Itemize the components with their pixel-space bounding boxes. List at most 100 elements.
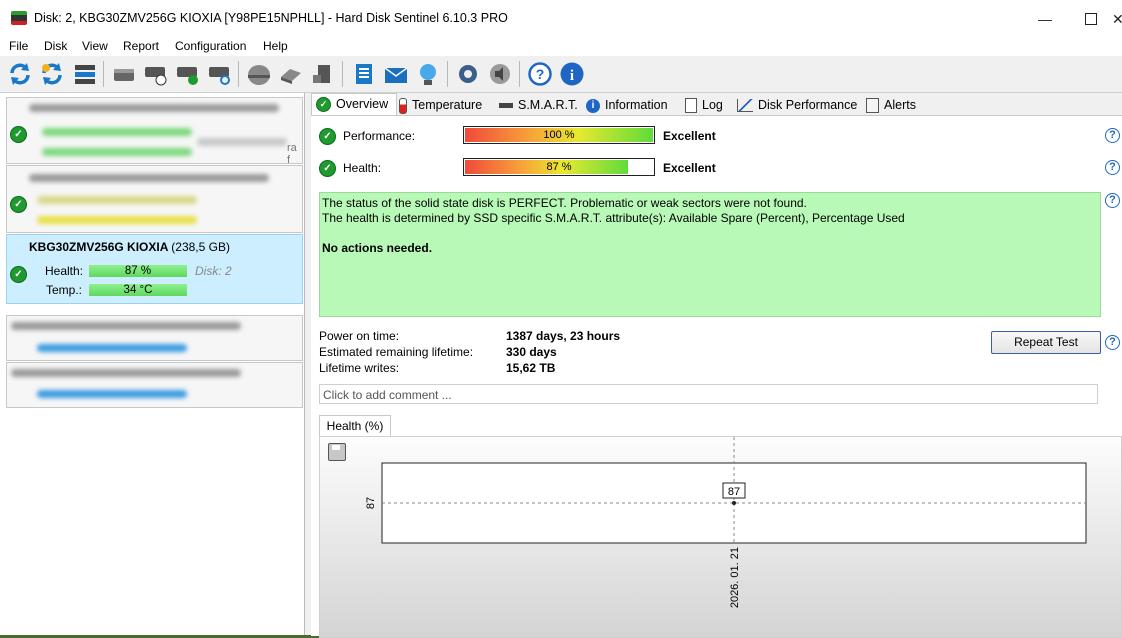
data-point [732,501,736,505]
performance-rating: Excellent [663,129,716,143]
y-tick-label: 87 [365,497,377,509]
lifetime-value: 330 days [506,345,557,359]
close-button[interactable]: ✕ [1112,0,1122,38]
tab-temperature[interactable]: Temperature [399,95,482,115]
window-title: Disk: 2, KBG30ZMV256G KIOXIA [Y98PE15NPH… [34,11,508,25]
disk-timer-icon[interactable] [143,61,169,87]
gear-icon[interactable] [455,61,481,87]
disk-item-1[interactable]: ✓ ra f [6,97,303,164]
disk-item-2[interactable]: ✓ [6,165,303,233]
drive-dome-icon[interactable] [246,61,272,87]
help-icon[interactable]: ? [1105,128,1120,143]
toolbar-separator [103,61,104,87]
toolbar-separator [519,61,520,87]
menu-disk[interactable]: Disk [44,39,67,53]
check-icon: ✓ [316,97,331,113]
tab-label: Alerts [884,98,916,112]
menu-file[interactable]: File [9,39,28,53]
app-icon [11,11,27,25]
info-icon[interactable]: i [559,61,585,87]
tab-information[interactable]: i Information [586,95,668,115]
tab-label: Information [605,98,668,112]
menu-report[interactable]: Report [123,39,159,53]
x-tick-label: 2026. 01. 21 [729,547,741,608]
blurred-health-bar [37,390,187,398]
maximize-icon [1085,13,1097,25]
blurred-disk-name [11,322,241,330]
external-drive-icon[interactable] [310,61,336,87]
disk-list-icon[interactable] [72,61,98,87]
blurred-temp-bar [37,216,197,224]
tab-log[interactable]: Log [685,95,723,115]
blurred-health-bar [42,128,192,136]
health-chart-area: 87 87 2026. 01. 21 [319,436,1122,638]
tab-overview[interactable]: ✓ Overview [311,93,397,116]
performance-ok-icon: ✓ [319,128,336,145]
health-label: Health: [45,264,84,278]
blurred-disk-name [11,369,241,377]
tab-label: Temperature [412,98,483,112]
disk-number-label: Disk: 2 [195,264,232,278]
lifetime-label: Estimated remaining lifetime: [319,345,474,359]
network-icon[interactable] [415,61,441,87]
performance-bar: 100 % [463,126,655,144]
help-icon[interactable]: ? [527,61,553,87]
disk-check-icon[interactable] [175,61,201,87]
help-icon[interactable]: ? [1105,193,1120,208]
disk-name: KBG30ZMV256G KIOXIA (238,5 GB) [29,240,230,254]
health-rating: Excellent [663,161,716,175]
temp-mini-bar: 34 °C [89,284,187,296]
blurred-health-bar [37,344,187,352]
overview-panel: ✓ Performance: 100 % Excellent ? ✓ Healt… [311,115,1122,638]
title-bar: Disk: 2, KBG30ZMV256G KIOXIA [Y98PE15NPH… [0,0,1122,38]
menu-configuration[interactable]: Configuration [175,39,246,53]
menu-view[interactable]: View [82,39,108,53]
blurred-disk-name [29,174,269,182]
health-bar: 87 % [463,158,655,176]
toolbar: ? i [0,56,1122,93]
menu-help[interactable]: Help [263,39,288,53]
maximize-button[interactable] [1068,0,1114,38]
svg-text:i: i [570,68,574,84]
disk-model: KBG30ZMV256G KIOXIA [29,240,168,254]
minimize-button[interactable]: — [1022,0,1068,38]
status-ok-icon: ✓ [10,126,27,143]
disk-icon[interactable] [111,61,137,87]
disk-item-5[interactable] [6,362,303,408]
chart-tab-health[interactable]: Health (%) [319,415,391,436]
tab-smart[interactable]: S.M.A.R.T. [499,95,578,115]
writes-value: 15,62 TB [506,361,556,375]
repeat-test-button[interactable]: Repeat Test [991,331,1101,354]
status-ok-icon: ✓ [10,196,27,213]
drive-icon [499,103,513,109]
refresh-icon[interactable] [7,61,33,87]
sound-icon[interactable] [487,61,513,87]
disk-item-selected[interactable]: KBG30ZMV256G KIOXIA (238,5 GB) ✓ Health:… [6,234,303,304]
health-chart: 87 87 2026. 01. 21 [365,437,1087,608]
disk-item-4[interactable] [6,315,303,361]
blurred-text [197,138,287,146]
comment-input[interactable]: Click to add comment ... [319,384,1098,404]
data-label: 87 [728,486,740,498]
refresh-all-icon[interactable] [39,61,65,87]
disk-search-icon[interactable] [207,61,233,87]
tab-alerts[interactable]: Alerts [866,95,916,115]
tab-label: S.M.A.R.T. [518,98,578,112]
disk-fragment-text: ra f [287,142,297,164]
info-icon: i [586,98,600,113]
power-on-value: 1387 days, 23 hours [506,329,621,343]
usb-drive-icon[interactable] [278,61,304,87]
help-icon[interactable]: ? [1105,160,1120,175]
document-icon [685,98,697,114]
health-label: Health: [343,161,382,175]
svg-text:?: ? [536,66,545,82]
status-action: No actions needed. [322,241,433,255]
tab-disk-performance[interactable]: Disk Performance [737,95,857,115]
email-icon[interactable] [383,61,409,87]
report-icon[interactable] [351,61,377,87]
thermometer-icon [399,97,407,114]
help-icon[interactable]: ? [1105,335,1120,350]
tab-strip: ✓ Overview Temperature S.M.A.R.T. i Inform… [311,93,1122,116]
disk-size: (238,5 GB) [171,240,230,254]
health-ok-icon: ✓ [319,160,336,177]
